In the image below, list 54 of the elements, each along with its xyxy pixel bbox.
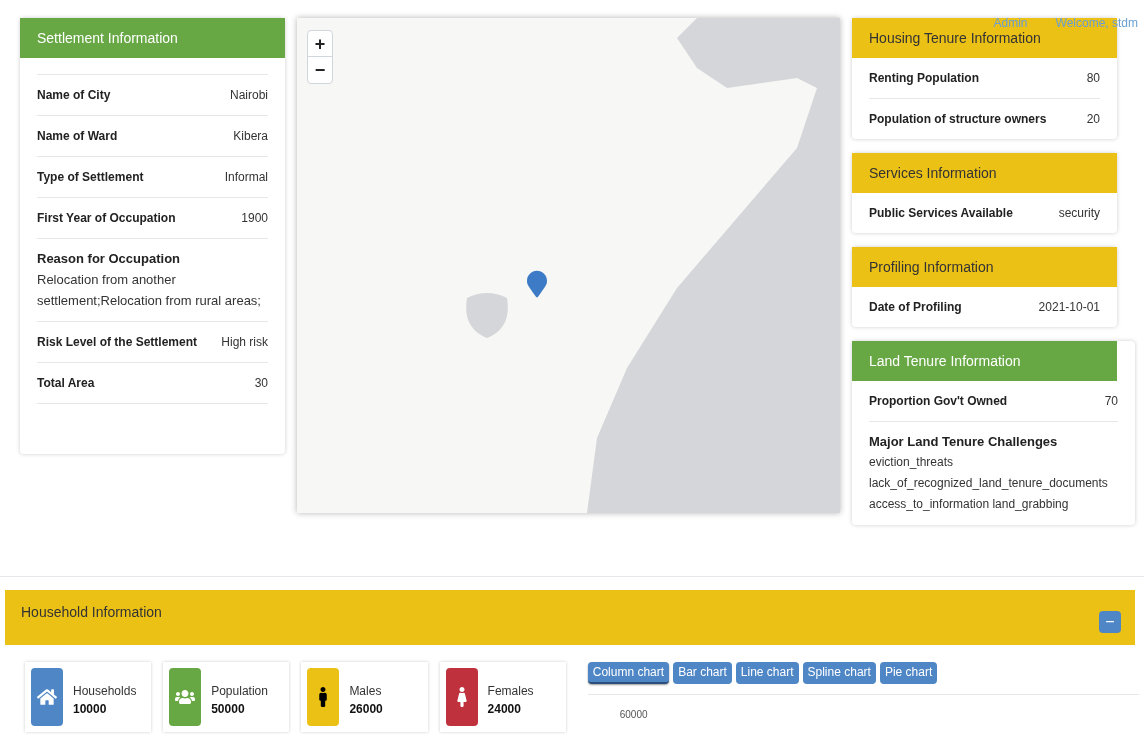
field-value: 1900 [241, 210, 268, 227]
field-label: Major Land Tenure Challenges [869, 433, 1059, 451]
field-label: Reason for Occupation [37, 250, 182, 268]
field-value: 30 [254, 374, 268, 392]
field-value: High risk [221, 333, 268, 351]
field-value: 20 [1086, 111, 1100, 128]
field-label: Name of City [37, 87, 111, 104]
field-label: Date of Profiling [869, 299, 962, 316]
field-value: 70 [1104, 393, 1118, 410]
field-value: Kibera [233, 128, 268, 145]
map-view[interactable]: + − [297, 18, 840, 513]
field-value: Relocation from another settlement;Relocation from rural areas; [37, 270, 262, 310]
field-label: Total Area [37, 374, 95, 392]
field-label: Proportion Gov't Owned [869, 393, 1008, 410]
field-label: Name of Ward [37, 128, 118, 145]
collapse-button[interactable]: − [1099, 611, 1121, 633]
card-header: Profiling Information [852, 247, 1117, 287]
section-title: Household Information [21, 603, 162, 622]
chart-type-button[interactable]: Line chart [735, 662, 799, 684]
zoom-in-button[interactable]: + [308, 31, 332, 57]
stat-label: Males [349, 683, 383, 700]
stat-label: Households [73, 683, 137, 700]
zoom-out-button[interactable]: − [308, 57, 332, 83]
field-label: First Year of Occupation [37, 210, 176, 227]
house-icon [37, 687, 57, 707]
axis-tick-label: 60000 [618, 708, 649, 722]
field-value: Nairobi [230, 87, 268, 104]
chart-type-button[interactable]: Pie chart [879, 662, 938, 684]
field-value: access_to_information land_grabbing [869, 495, 1070, 513]
stat-label: Females [487, 683, 534, 700]
map-pin-icon[interactable] [527, 268, 547, 300]
field-label: Risk Level of the Settlement [37, 333, 198, 351]
field-label: Public Services Available [869, 205, 1013, 222]
field-label: Population of structure owners [869, 111, 1047, 128]
card-header: Settlement Information [20, 18, 285, 58]
stat-label: Population [211, 683, 268, 700]
stat-value: 24000 [487, 701, 522, 718]
field-value: lack_of_recognized_land_tenure_documents [869, 474, 1109, 492]
field-value: Informal [224, 169, 268, 186]
field-label: Renting Population [869, 70, 979, 87]
stat-value: 10000 [73, 701, 108, 718]
stat-value: 50000 [211, 701, 246, 718]
chart-type-button[interactable]: Spline chart [802, 662, 876, 684]
card-header: Land Tenure Information [852, 341, 1117, 381]
card-header: Services Information [852, 153, 1117, 193]
field-value: 80 [1086, 70, 1100, 87]
chart-type-button[interactable]: Bar chart [673, 662, 732, 684]
field-value: eviction_threats [869, 453, 955, 471]
users-icon [175, 687, 196, 707]
field-value: security [1058, 205, 1100, 222]
field-value: 2021-10-01 [1038, 299, 1100, 316]
stat-value: 26000 [349, 701, 383, 718]
field-label: Type of Settlement [37, 169, 144, 186]
chart-type-button[interactable]: Column chart [587, 662, 670, 684]
